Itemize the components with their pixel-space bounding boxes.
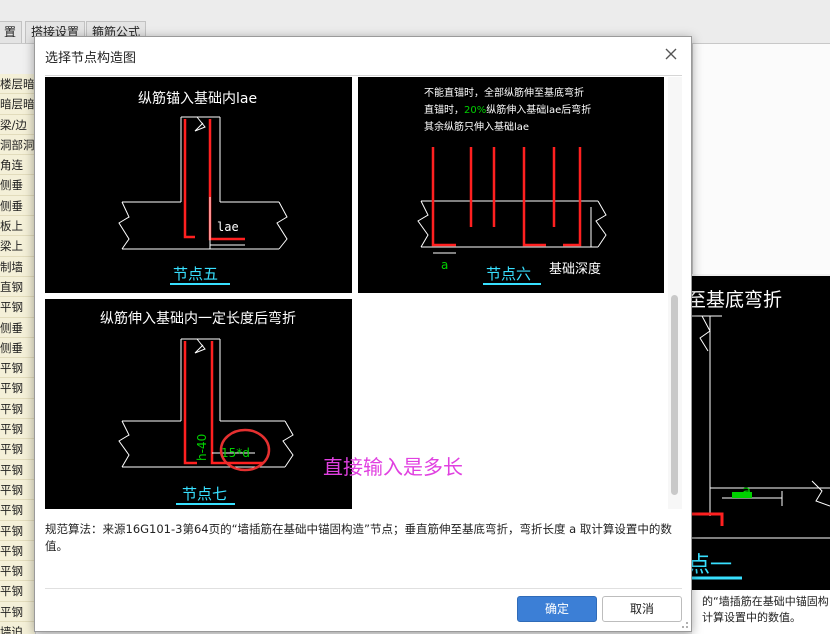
background-list-item[interactable]: 平钢 bbox=[0, 561, 35, 582]
background-list-item[interactable]: 平钢 bbox=[0, 521, 35, 541]
title-separator bbox=[45, 75, 682, 76]
background-right-panel bbox=[692, 44, 830, 274]
close-button[interactable] bbox=[661, 43, 681, 65]
background-break-mark-right bbox=[811, 480, 830, 507]
background-left-list: 楼层暗 暗层暗 梁/边 洞部洞 角连 侧垂 侧垂 板上 梁上 制墙 直钢 平钢 侧垂 侧垂 平钢 平钢 平钢 平钢… bbox=[0, 74, 36, 634]
background-list-item[interactable]: 板上 bbox=[0, 216, 35, 237]
background-list-item[interactable]: 角连 bbox=[0, 155, 35, 176]
background-list-item[interactable]: 制墙 bbox=[0, 257, 35, 277]
background-caption: 的“墙插筋在基础中锚固构 计算设置中的数值。 bbox=[692, 590, 830, 634]
node-6-dim-label: a bbox=[441, 258, 448, 272]
node-5-rebar-left bbox=[183, 119, 195, 239]
background-caption-line-1: 的“墙插筋在基础中锚固构 bbox=[702, 595, 829, 608]
background-node-title: 至基底弯折 bbox=[692, 289, 782, 311]
background-dim-label: a bbox=[742, 482, 751, 500]
background-list-item[interactable]: 平钢 bbox=[0, 297, 35, 318]
background-list-item[interactable]: 平钢 bbox=[0, 541, 35, 562]
node-gallery: 纵筋锚入基础内lae lae 节点五 不能直锚时，全部纵筋伸至基底弯折 直锚时，… bbox=[45, 77, 682, 509]
close-icon bbox=[665, 48, 677, 60]
background-node-label: 点一 bbox=[692, 553, 732, 578]
rule-description: 规范算法：来源16G101-3第64页的“墙插筋在基础中锚固构造”节点；垂直筋伸… bbox=[45, 522, 672, 553]
background-list-item[interactable]: 平钢 bbox=[0, 358, 35, 379]
node-6-break-left bbox=[417, 200, 429, 248]
background-list-item[interactable]: 侧垂 bbox=[0, 338, 35, 359]
background-list-item[interactable]: 墙迫 bbox=[0, 622, 35, 634]
node-5-heading: 纵筋锚入基础内lae bbox=[138, 90, 257, 107]
node-5-drawing: 纵筋锚入基础内lae lae 节点五 bbox=[118, 90, 288, 285]
background-list-item[interactable]: 侧垂 bbox=[0, 196, 35, 217]
background-list-item[interactable]: 梁上 bbox=[0, 236, 35, 257]
background-caption-line-2: 计算设置中的数值。 bbox=[702, 611, 801, 624]
node-6-label: 节点六 bbox=[486, 265, 531, 283]
node-7-dim-label: 15*d bbox=[221, 446, 250, 460]
node-5-label: 节点五 bbox=[173, 265, 218, 283]
node-7-break-left bbox=[118, 420, 130, 468]
node-6-rebar-4 bbox=[522, 147, 546, 247]
node-6-heading-line-3: 其余纵筋只伸入基础lae bbox=[424, 120, 529, 133]
background-rebar bbox=[692, 512, 724, 526]
node-6-heading-line-2: 直锚时，20%纵筋伸入基础lae后弯折 bbox=[424, 103, 591, 116]
node-5-break-left bbox=[118, 201, 130, 250]
confirm-button[interactable]: 确定 bbox=[517, 596, 597, 622]
background-list-item[interactable]: 侧垂 bbox=[0, 175, 35, 196]
background-list-item[interactable]: 平钢 bbox=[0, 460, 35, 480]
node-card-7[interactable]: 纵筋伸入基础内一定长度后弯折 h-40 15*d 节点七 bbox=[45, 299, 352, 509]
background-list-item[interactable]: 梁/边 bbox=[0, 115, 35, 135]
cancel-button[interactable]: 取消 bbox=[602, 596, 682, 622]
node-card-6[interactable]: 不能直锚时，全部纵筋伸至基底弯折 直锚时，20%纵筋伸入基础lae后弯折 其余纵… bbox=[358, 77, 664, 293]
node-7-break-right bbox=[282, 420, 294, 468]
background-list-item[interactable]: 平钢 bbox=[0, 378, 35, 399]
node-6-break-right bbox=[595, 200, 607, 248]
select-node-dialog: 选择节点构造图 纵筋锚入基础内lae lae 节点五 不能直锚时，全部纵筋伸至基… bbox=[34, 36, 692, 632]
node-7-vert-label: h-40 bbox=[195, 434, 209, 461]
background-node-drawing: 至基底弯折 a 点一 bbox=[692, 289, 830, 580]
background-list-item[interactable]: 平钢 bbox=[0, 480, 35, 501]
background-list-item[interactable]: 侧垂 bbox=[0, 318, 35, 338]
dialog-title: 选择节点构造图 bbox=[45, 51, 137, 66]
background-list-item[interactable]: 楼层暗 bbox=[0, 74, 35, 95]
scrollbar-thumb[interactable] bbox=[671, 295, 678, 495]
node-6-rebar-6 bbox=[563, 147, 582, 247]
node-7-label: 节点七 bbox=[182, 485, 227, 503]
background-break-mark bbox=[699, 315, 711, 352]
background-list-item[interactable]: 洞部洞 bbox=[0, 135, 35, 156]
background-list-item[interactable]: 平钢 bbox=[0, 399, 35, 420]
background-list-item[interactable]: 暗层暗 bbox=[0, 94, 35, 115]
background-list-item[interactable]: 平钢 bbox=[0, 439, 35, 460]
node-5-break-mark bbox=[194, 116, 206, 132]
annotation-text: 直接输入是多长 bbox=[323, 455, 463, 479]
node-5-dim-label: lae bbox=[217, 220, 239, 234]
node-7-break-mark bbox=[194, 338, 206, 354]
node-6-heading-line-1: 不能直锚时，全部纵筋伸至基底弯折 bbox=[424, 86, 584, 99]
node-7-heading: 纵筋伸入基础内一定长度后弯折 bbox=[100, 310, 296, 327]
node-5-break-right bbox=[276, 201, 288, 250]
background-tab-0[interactable]: 置 bbox=[0, 21, 23, 43]
node-card-5[interactable]: 纵筋锚入基础内lae lae 节点五 bbox=[45, 77, 352, 293]
background-node-image: 至基底弯折 a 点一 bbox=[692, 276, 830, 590]
background-list-item[interactable]: 直钢 bbox=[0, 277, 35, 298]
node-6-drawing: 不能直锚时，全部纵筋伸至基底弯折 直锚时，20%纵筋伸入基础lae后弯折 其余纵… bbox=[417, 86, 607, 285]
node-6-rebar-1 bbox=[431, 147, 456, 247]
background-list-item[interactable]: 平钢 bbox=[0, 602, 35, 623]
background-list-item[interactable]: 平钢 bbox=[0, 581, 35, 602]
background-list-item[interactable]: 平钢 bbox=[0, 419, 35, 440]
resize-grip-icon[interactable] bbox=[681, 621, 689, 629]
node-6-side-label: 基础深度 bbox=[549, 261, 601, 277]
node-7-drawing: 纵筋伸入基础内一定长度后弯折 h-40 15*d 节点七 bbox=[100, 310, 296, 505]
gallery-scrollbar[interactable] bbox=[668, 77, 682, 509]
footer-separator bbox=[45, 588, 682, 589]
background-list-item[interactable]: 平钢 bbox=[0, 500, 35, 521]
